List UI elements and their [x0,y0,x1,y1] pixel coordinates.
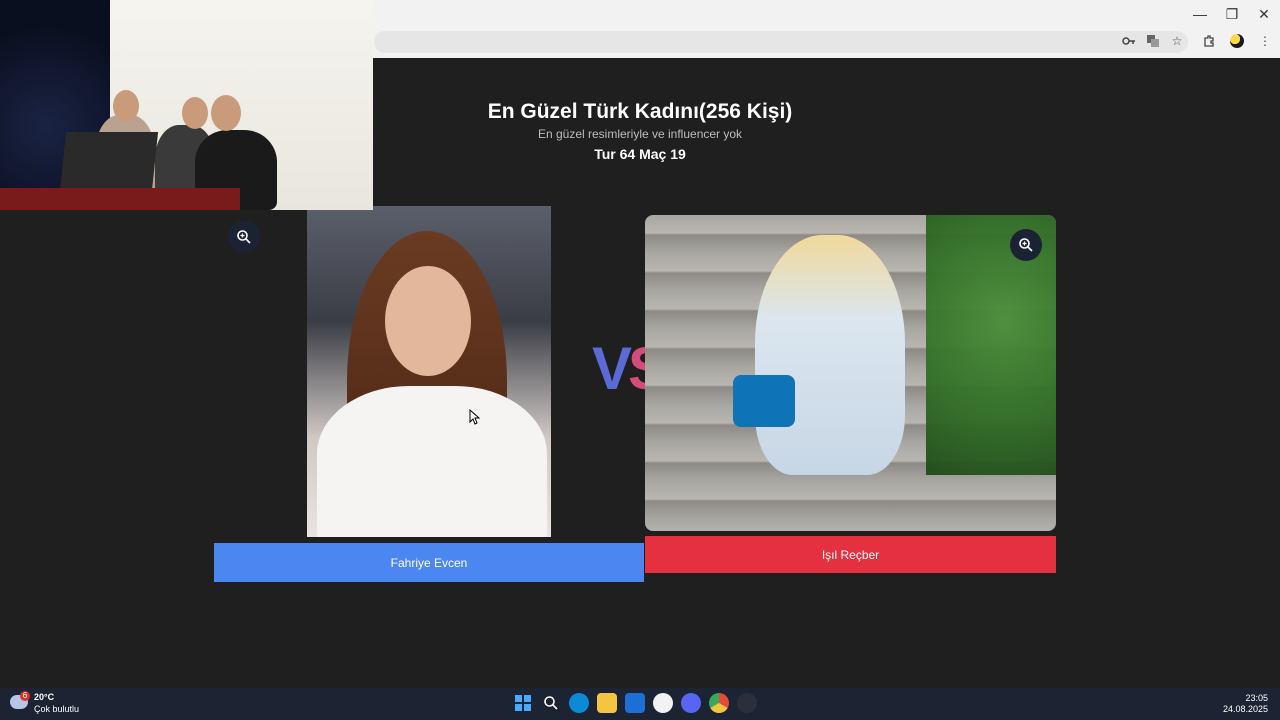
discord-icon[interactable] [681,693,701,713]
clock-app-icon[interactable] [737,693,757,713]
system-clock[interactable]: 23:05 24.08.2025 [1223,693,1268,715]
address-bar-icons: ☆ [1122,34,1184,48]
weather-desc: Çok bulutlu [34,704,80,714]
choose-left-button[interactable]: Fahriye Evcen [214,543,644,582]
webcam-table [0,188,240,210]
weather-temp: 20°C [34,692,55,702]
webcam-overlay [0,0,373,210]
zoom-in-icon [237,230,251,244]
address-bar[interactable] [374,31,1188,53]
right-contestant-photo[interactable] [645,215,1056,531]
key-icon[interactable] [1122,34,1136,48]
clock-date: 24.08.2025 [1222,704,1268,714]
weather-widget[interactable]: 6 20°C Çok bulutlu [10,691,90,716]
zoom-right-button[interactable] [1010,229,1042,261]
profile-avatar[interactable] [1230,34,1244,48]
photo-dress [317,386,547,537]
browser-toolbar: ⋮ [1202,34,1272,48]
windows-start-icon[interactable] [513,693,533,713]
notification-badge: 6 [20,691,30,701]
file-explorer-icon[interactable] [597,693,617,713]
vs-v: V [592,335,632,402]
webcam-head-2 [182,97,208,129]
window-controls: — ❐ ✕ [1184,0,1280,28]
bookmark-star-icon[interactable]: ☆ [1170,34,1184,48]
photo-person [755,235,905,475]
more-menu-icon[interactable]: ⋮ [1258,34,1272,48]
zoom-in-icon [1019,238,1033,252]
search-icon[interactable] [541,693,561,713]
mouse-cursor-icon [469,408,481,425]
photo-face [385,266,471,376]
edge-icon[interactable] [569,693,589,713]
windows-taskbar: 6 20°C Çok bulutlu 23:05 24.08.2025 [0,688,1280,720]
minimize-button[interactable]: — [1184,0,1216,28]
itunes-icon[interactable] [653,693,673,713]
chrome-icon[interactable] [709,693,729,713]
restore-button[interactable]: ❐ [1216,0,1248,28]
left-contestant-photo[interactable] [307,206,551,537]
extensions-icon[interactable] [1202,34,1216,48]
zoom-left-button[interactable] [228,221,260,253]
choose-right-button[interactable]: Işıl Reçber [645,536,1056,573]
outlook-icon[interactable] [625,693,645,713]
translate-icon[interactable] [1146,34,1160,48]
photo-bag [733,375,795,427]
close-button[interactable]: ✕ [1248,0,1280,28]
webcam-head-1 [113,90,139,122]
webcam-head-3 [211,95,241,131]
taskbar-apps [513,693,757,713]
clock-time: 23:05 [1245,693,1268,703]
